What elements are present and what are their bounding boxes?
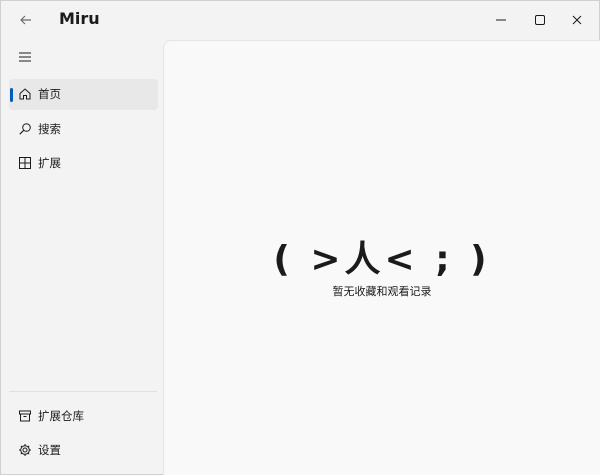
app-window: Miru 首页 搜索 扩展 扩展仓库 设置 (>人< ;) 暂无收藏和观看记…	[0, 0, 600, 475]
maximize-icon	[535, 15, 545, 25]
menu-toggle-button[interactable]	[13, 45, 37, 69]
title-bar: Miru	[1, 1, 599, 39]
sidebar-item-extension-repo[interactable]: 扩展仓库	[9, 401, 158, 432]
sidebar-item-label: 扩展	[38, 156, 61, 170]
sidebar-item-home[interactable]: 首页	[9, 79, 158, 110]
empty-state-kaomoji: ( >人< ; )	[273, 239, 491, 280]
sidebar-item-label: 首页	[38, 87, 61, 101]
search-icon	[19, 123, 31, 135]
archive-icon	[19, 410, 31, 422]
empty-state-message: 暂无收藏和观看记录	[332, 285, 432, 298]
home-icon	[19, 88, 31, 100]
hamburger-icon	[19, 52, 31, 62]
back-button[interactable]	[13, 7, 39, 33]
sidebar-item-label: 扩展仓库	[38, 409, 84, 423]
sidebar-item-search[interactable]: 搜索	[9, 114, 158, 145]
sidebar-divider	[9, 391, 157, 392]
sidebar-item-label: 设置	[38, 443, 61, 457]
sidebar-item-extensions[interactable]: 扩展	[9, 148, 158, 179]
grid-icon	[19, 157, 31, 169]
arrow-left-icon	[20, 15, 31, 25]
selection-indicator	[10, 88, 13, 102]
minimize-button[interactable]	[483, 5, 519, 35]
maximize-button[interactable]	[522, 5, 558, 35]
sidebar-item-label: 搜索	[38, 122, 61, 136]
gear-icon	[19, 444, 31, 456]
close-button[interactable]	[559, 5, 595, 35]
sidebar-item-settings[interactable]: 设置	[9, 435, 158, 466]
close-icon	[572, 15, 582, 25]
app-title: Miru	[59, 9, 100, 28]
main-content: ( >人< ; ) 暂无收藏和观看记录	[163, 40, 600, 475]
minimize-icon	[496, 19, 506, 21]
